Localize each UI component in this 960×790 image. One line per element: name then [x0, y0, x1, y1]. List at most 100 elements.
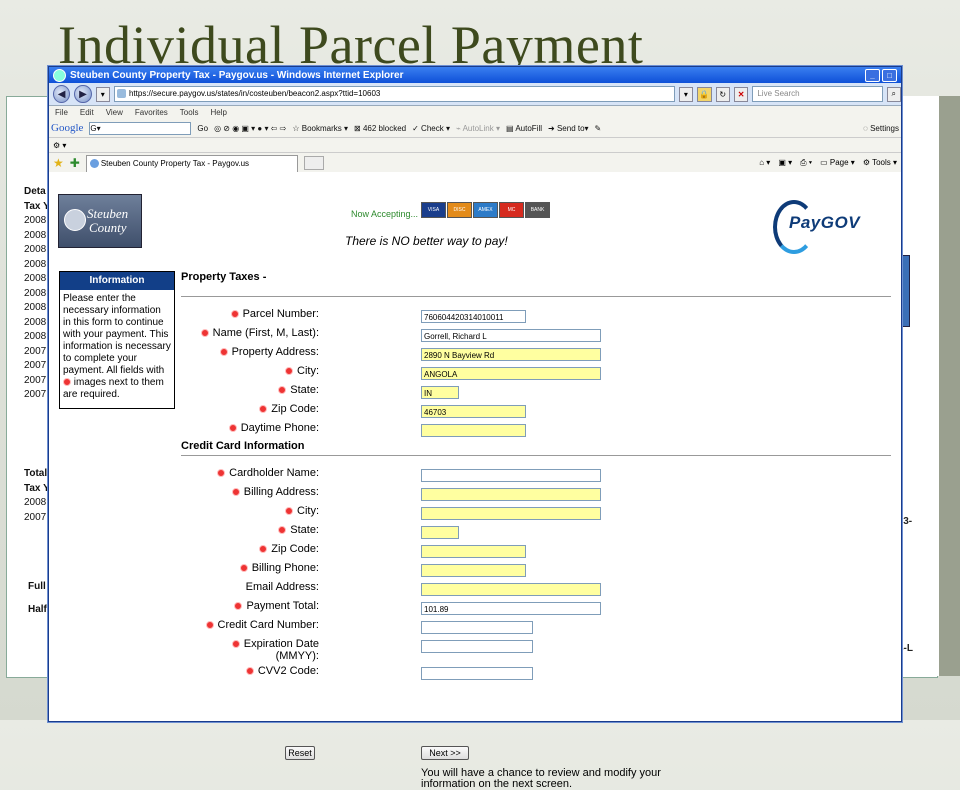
- tools-menu[interactable]: ⚙ Tools ▾: [863, 158, 897, 168]
- form-field[interactable]: [421, 488, 601, 501]
- stop-icon[interactable]: ✕: [733, 86, 749, 102]
- url-field[interactable]: https://secure.paygov.us/states/in/coste…: [113, 86, 675, 102]
- credit-card-heading: Credit Card Information: [181, 440, 305, 452]
- form-field[interactable]: 46703: [421, 405, 526, 418]
- back-button[interactable]: ◀: [53, 85, 71, 103]
- field-label-text: Billing Address:: [243, 486, 319, 498]
- form-field[interactable]: IN: [421, 386, 459, 399]
- form-field[interactable]: [421, 621, 533, 634]
- search-icon[interactable]: ⌕: [886, 86, 901, 102]
- required-dot-icon: [228, 424, 237, 433]
- autofill-button[interactable]: ▤ AutoFill: [506, 124, 542, 133]
- form-field[interactable]: [421, 583, 601, 596]
- favorites-star-icon[interactable]: ★: [53, 156, 64, 170]
- paygov-logo: PayGOV: [771, 196, 891, 254]
- menu-view[interactable]: View: [106, 108, 123, 117]
- field-label: Name (First, M, Last):: [59, 327, 319, 339]
- sendto-button[interactable]: ➜ Send to▾: [548, 124, 589, 133]
- browser-window: Steuben County Property Tax - Paygov.us …: [48, 66, 902, 790]
- sendto-label: Send to: [556, 123, 585, 133]
- url-text: https://secure.paygov.us/states/in/coste…: [128, 89, 381, 98]
- form-field[interactable]: 101.89: [421, 602, 601, 615]
- background-row: Deta: [24, 186, 46, 197]
- maximize-button[interactable]: □: [882, 68, 897, 82]
- field-label-text: Daytime Phone:: [240, 422, 319, 434]
- autofill-label: AutoFill: [515, 123, 543, 133]
- title-bar: Steuben County Property Tax - Paygov.us …: [49, 67, 901, 83]
- google-search-input[interactable]: G▾: [89, 121, 192, 135]
- menu-favorites[interactable]: Favorites: [135, 108, 168, 117]
- bookmarks-button[interactable]: ☆ Bookmarks ▾: [292, 124, 348, 133]
- form-field[interactable]: 760604420314010011: [421, 310, 526, 323]
- page-menu-label: Page: [829, 158, 849, 167]
- menu-file[interactable]: File: [55, 108, 68, 117]
- url-dropdown-icon[interactable]: ▾: [678, 86, 694, 102]
- form-field[interactable]: [421, 545, 526, 558]
- field-label-text: Property Address:: [231, 346, 319, 358]
- field-label: CVV2 Code:: [59, 665, 319, 677]
- ie-icon: [53, 68, 66, 82]
- settings-button[interactable]: ◌ Settings: [863, 124, 901, 133]
- background-row: Total: [24, 468, 48, 479]
- popup-blocked-button[interactable]: ⊠ 462 blocked: [354, 124, 406, 133]
- form-field[interactable]: Gorrell, Richard L: [421, 329, 601, 342]
- form-field[interactable]: [421, 667, 533, 680]
- form-field[interactable]: [421, 564, 526, 577]
- form-field[interactable]: [421, 526, 459, 539]
- google-logo: Google: [51, 122, 84, 134]
- refresh-icon[interactable]: ↻: [715, 86, 730, 102]
- field-label-text: Zip Code:: [271, 403, 319, 415]
- field-label-text: Cardholder Name:: [229, 467, 319, 479]
- minimize-button[interactable]: _: [865, 68, 880, 82]
- menu-help[interactable]: Help: [210, 108, 226, 117]
- menu-edit[interactable]: Edit: [80, 108, 94, 117]
- now-accepting-text: Now Accepting...: [351, 209, 419, 219]
- extension-icon[interactable]: ⚙ ▾: [53, 141, 66, 150]
- check-button[interactable]: ✓ Check ▾: [412, 124, 450, 133]
- lock-icon[interactable]: 🔒: [697, 86, 712, 102]
- background-row: Tax Y: [24, 200, 50, 212]
- autolink-button[interactable]: ⌁ AutoLink ▾: [456, 124, 500, 133]
- field-label: Zip Code:: [59, 543, 319, 555]
- next-button[interactable]: Next >>: [421, 746, 469, 760]
- field-label-text: Zip Code:: [271, 543, 319, 555]
- form-field[interactable]: [421, 507, 601, 520]
- required-dot-icon: [231, 488, 240, 497]
- home-icon[interactable]: ⌂ ▾: [759, 158, 770, 168]
- field-label: State:: [59, 524, 319, 536]
- search-input[interactable]: Live Search: [752, 86, 883, 102]
- new-tab-button[interactable]: [303, 156, 324, 170]
- form-field[interactable]: 2890 N Bayview Rd: [421, 348, 601, 361]
- feeds-icon[interactable]: ▣ ▾: [778, 158, 792, 168]
- tab-favicon-icon: [89, 158, 99, 168]
- required-dot-icon: [239, 564, 248, 573]
- form-field[interactable]: [421, 424, 526, 437]
- pencil-icon[interactable]: ✎: [595, 124, 602, 133]
- required-dot-icon: [259, 405, 268, 414]
- accepted-cards: VISA DISC AMEX MC BANK: [421, 202, 550, 218]
- form-field[interactable]: [421, 469, 601, 482]
- form-field[interactable]: ANGOLA: [421, 367, 601, 380]
- tools-menu-label: Tools: [872, 158, 891, 167]
- menu-tools[interactable]: Tools: [180, 108, 199, 117]
- google-go-button[interactable]: Go: [197, 124, 208, 133]
- page-menu[interactable]: ▭ Page ▾: [820, 158, 855, 168]
- print-icon[interactable]: ⎙ ▾: [800, 158, 812, 168]
- background-row: 2008: [24, 215, 47, 226]
- required-dot-icon: [278, 386, 287, 395]
- field-label-text: State:: [290, 384, 319, 396]
- page-content: Steuben County Now Accepting... VISA DISC…: [49, 172, 901, 790]
- window-title: Steuben County Property Tax - Paygov.us …: [70, 69, 404, 81]
- reset-button[interactable]: Reset: [285, 746, 315, 760]
- form-field[interactable]: [421, 640, 533, 653]
- steuben-county-logo[interactable]: Steuben County: [58, 194, 142, 248]
- tab-steuben[interactable]: Steuben County Property Tax - Paygov.us: [85, 154, 298, 172]
- field-label-text: Expiration Date: [243, 638, 319, 650]
- forward-button[interactable]: ▶: [74, 85, 92, 103]
- toolbar-icons[interactable]: ◎ ⊘ ◉ ▣ ▾ ● ▾ ⇦ ⇨: [214, 124, 286, 133]
- add-favorites-icon[interactable]: ✚: [70, 156, 80, 170]
- dropdown-arrow-icon[interactable]: ▾: [95, 86, 110, 102]
- information-header: Information: [60, 272, 174, 290]
- background-right-column: [898, 96, 939, 676]
- field-label: Property Address:: [59, 346, 319, 358]
